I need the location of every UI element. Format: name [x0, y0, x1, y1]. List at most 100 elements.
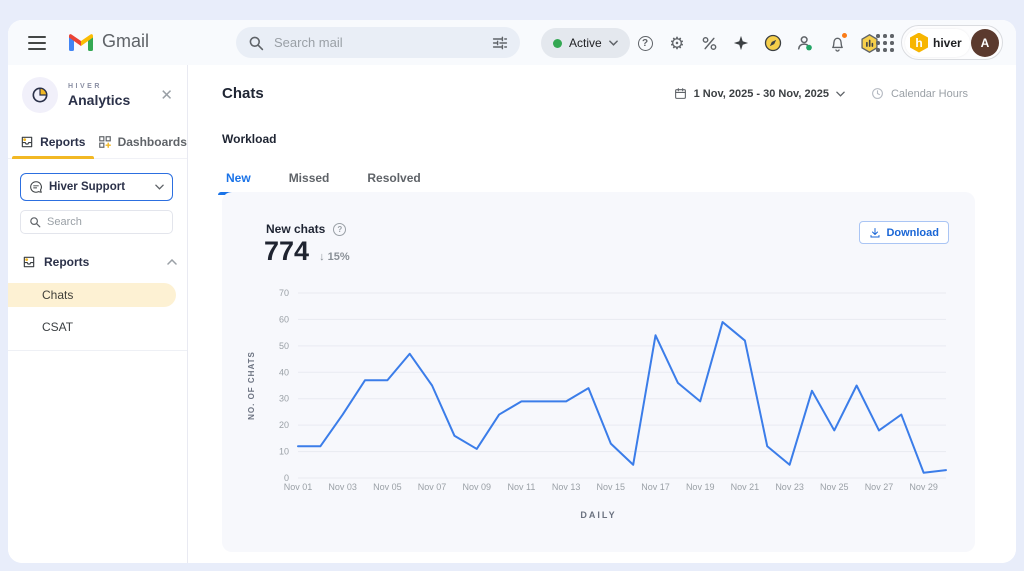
- settings-button[interactable]: ⚙: [664, 30, 690, 56]
- svg-text:Nov 05: Nov 05: [373, 482, 402, 492]
- svg-text:10: 10: [279, 447, 289, 457]
- help-button[interactable]: ?: [632, 30, 658, 56]
- chart-xaxis-title: DAILY: [580, 510, 617, 520]
- dashboard-grid-icon: [98, 135, 111, 148]
- compass-icon: [764, 34, 782, 52]
- chevron-down-icon: [608, 40, 618, 46]
- sidebar-tabs: Reports Dashboards: [8, 125, 187, 159]
- tab-dashboards-label: Dashboards: [117, 134, 187, 149]
- gear-icon: ⚙: [669, 33, 685, 53]
- notifications-button[interactable]: [824, 30, 850, 56]
- mail-search-bar[interactable]: [236, 27, 520, 58]
- download-button[interactable]: Download: [859, 221, 949, 244]
- hiver-product-chip: h hiver: [905, 28, 970, 57]
- brand-eyebrow: HIVER: [68, 82, 102, 90]
- svg-text:Nov 27: Nov 27: [865, 482, 894, 492]
- status-label: Active: [569, 36, 602, 50]
- reports-section-header[interactable]: Reports: [22, 251, 177, 273]
- svg-text:NO. OF CHATS: NO. OF CHATS: [247, 351, 256, 420]
- pen-percent-icon: [702, 36, 716, 50]
- svg-text:Nov 19: Nov 19: [686, 482, 715, 492]
- delta-value: 15%: [327, 251, 350, 263]
- user-avatar[interactable]: A: [971, 28, 999, 57]
- close-icon[interactable]: ✕: [156, 84, 177, 106]
- gmail-wordmark: Gmail: [102, 31, 150, 51]
- date-range-dropdown[interactable]: 1 Nov, 2025 - 30 Nov, 2025: [674, 87, 845, 100]
- hiver-logo-icon: h: [910, 32, 928, 53]
- search-filter-icon[interactable]: [492, 35, 508, 51]
- assignee-button[interactable]: [792, 30, 818, 56]
- tab-missed[interactable]: Missed: [285, 165, 334, 195]
- inbox-selector-value: Hiver Support: [49, 181, 126, 193]
- metric-value: 774: [264, 236, 310, 266]
- svg-text:30: 30: [279, 394, 289, 404]
- chat-bubble-icon: [30, 181, 42, 193]
- google-apps-button[interactable]: [874, 32, 896, 54]
- sidebar-item-chats[interactable]: Chats: [8, 283, 176, 307]
- calendar-hours-label: Calendar Hours: [890, 87, 968, 100]
- svg-text:Nov 07: Nov 07: [418, 482, 447, 492]
- tab-reports-label: Reports: [40, 134, 86, 149]
- notification-dot-icon: [841, 32, 848, 39]
- svg-text:Nov 15: Nov 15: [597, 482, 626, 492]
- gmail-window: Gmail Active ? ⚙: [8, 20, 1016, 563]
- search-icon: [30, 217, 41, 228]
- page-title: Chats: [222, 85, 264, 102]
- metric-help-icon[interactable]: ?: [333, 222, 347, 236]
- sidebar-item-chats-label: Chats: [42, 288, 74, 302]
- hiver-wordmark: hiver: [933, 35, 962, 50]
- new-chats-card: New chats ? 774 ↓ 15% Download 0 10 20 30 40…: [222, 192, 975, 552]
- sidebar-search-input[interactable]: [47, 216, 164, 228]
- line-chart-svg: 010203040506070Nov 01 Nov 03 Nov 05 Nov 07 N…: [247, 288, 947, 492]
- svg-text:Nov 03: Nov 03: [328, 482, 357, 492]
- status-green-dot-icon: [553, 38, 562, 48]
- availability-status-dropdown[interactable]: Active: [541, 28, 630, 58]
- signature-pen-button[interactable]: [696, 30, 722, 56]
- gemini-button[interactable]: [728, 30, 754, 56]
- tab-resolved[interactable]: Resolved: [363, 165, 424, 195]
- tab-reports[interactable]: Reports: [8, 125, 98, 159]
- svg-text:Nov 13: Nov 13: [552, 482, 581, 492]
- analytics-pie-badge: [22, 77, 58, 113]
- report-mail-icon: [21, 136, 33, 147]
- hiver-navigate-button[interactable]: [760, 30, 786, 56]
- mail-search-input[interactable]: [274, 35, 482, 50]
- report-mail-icon: [23, 256, 35, 268]
- svg-text:Nov 11: Nov 11: [508, 482, 536, 492]
- svg-text:70: 70: [279, 288, 289, 298]
- sidebar-item-csat-label: CSAT: [42, 320, 74, 334]
- inbox-selector-dropdown[interactable]: Hiver Support: [20, 173, 173, 201]
- hiver-analytics-sidebar: HIVER Analytics ✕ Reports Dashboards Hiv…: [8, 65, 188, 563]
- tab-dashboards[interactable]: Dashboards: [98, 125, 188, 158]
- calendar-hours-toggle[interactable]: Calendar Hours: [871, 87, 968, 100]
- svg-text:Nov 01: Nov 01: [284, 482, 313, 492]
- gmail-logo: Gmail: [68, 31, 149, 52]
- svg-text:Nov 21: Nov 21: [731, 482, 760, 492]
- clock-icon: [872, 88, 883, 99]
- reports-section-label: Reports: [44, 255, 90, 269]
- download-icon: [870, 227, 880, 237]
- chevron-down-icon: [836, 91, 845, 97]
- metric-delta: ↓ 15%: [319, 251, 350, 263]
- gmail-topbar: Gmail Active ? ⚙: [8, 20, 1016, 65]
- tab-new[interactable]: New: [218, 165, 259, 195]
- help-icon: ?: [637, 35, 653, 51]
- sidebar-item-csat[interactable]: CSAT: [8, 315, 176, 339]
- svg-text:20: 20: [279, 420, 289, 430]
- svg-text:Nov 25: Nov 25: [820, 482, 849, 492]
- gmail-m-icon: [69, 33, 93, 51]
- pie-chart-icon: [32, 87, 48, 103]
- search-icon: [249, 36, 264, 50]
- analytics-main-panel: Chats 1 Nov, 2025 - 30 Nov, 2025 Calenda…: [189, 65, 1016, 563]
- sparkle-icon: [733, 35, 749, 51]
- svg-text:40: 40: [279, 367, 289, 377]
- chevron-up-icon: [167, 259, 177, 265]
- svg-text:Nov 17: Nov 17: [641, 482, 670, 492]
- delta-arrow-icon: ↓: [319, 251, 325, 263]
- sidebar-search[interactable]: [20, 210, 173, 234]
- main-menu-icon[interactable]: [24, 30, 50, 56]
- svg-text:50: 50: [279, 341, 289, 351]
- svg-text:Nov 29: Nov 29: [909, 482, 938, 492]
- svg-text:Nov 09: Nov 09: [462, 482, 491, 492]
- account-pill[interactable]: h hiver A: [901, 25, 1003, 60]
